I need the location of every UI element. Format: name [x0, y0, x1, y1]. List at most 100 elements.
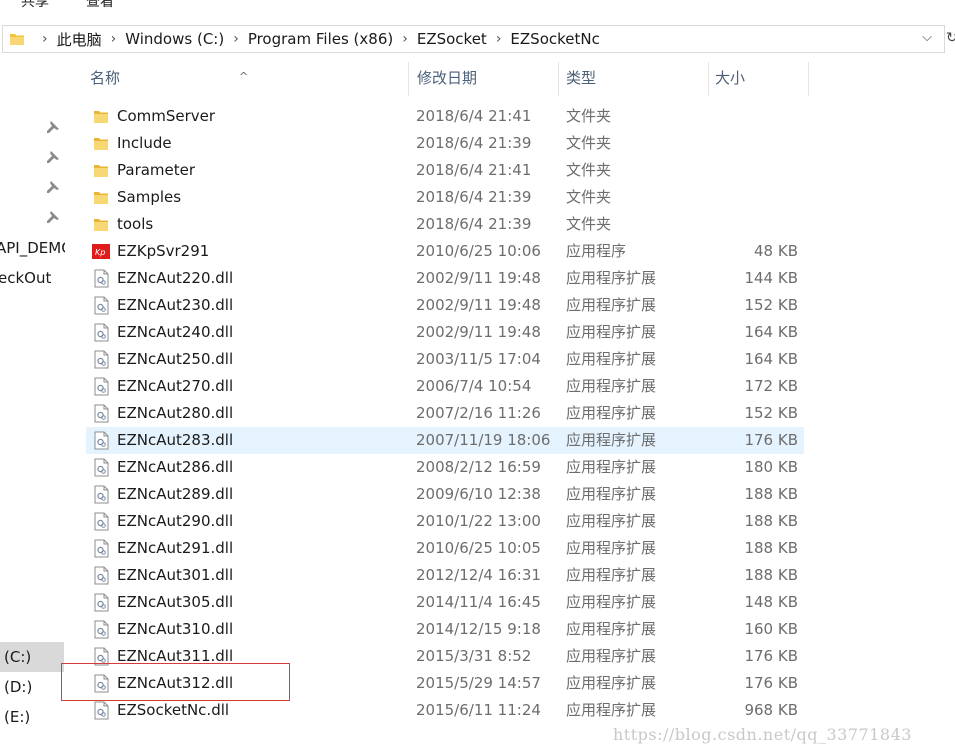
file-type: 应用程序扩展 — [566, 566, 657, 584]
file-row[interactable]: EZNcAut310.dll 2014/12/15 9:18 应用程序扩展 160 K… — [86, 616, 804, 643]
file-name: EZNcAut270.dll — [117, 377, 234, 395]
file-name: EZNcAut305.dll — [117, 593, 234, 611]
chevron-right-icon[interactable]: › — [233, 31, 239, 47]
file-size: 176 KB — [744, 674, 798, 692]
dll-icon — [92, 296, 110, 315]
file-size: 968 KB — [744, 701, 798, 719]
file-type: 应用程序扩展 — [566, 269, 657, 287]
file-size: 148 KB — [744, 593, 798, 611]
file-list: CommServer 2018/6/4 21:41 文件夹 Include 2018/6… — [61, 103, 806, 724]
address-box[interactable]: › 此电脑 › Windows (C:) › Program Files (x86) › EZ… — [2, 25, 945, 53]
file-row[interactable]: Include 2018/6/4 21:39 文件夹 — [86, 130, 804, 157]
file-type: 应用程序扩展 — [566, 431, 657, 449]
file-date: 2006/7/4 10:54 — [416, 377, 532, 395]
file-size: 48 KB — [754, 242, 798, 260]
file-row[interactable]: EZNcAut290.dll 2010/1/22 13:00 应用程序扩展 188 K… — [86, 508, 804, 535]
file-row[interactable]: EZNcAut289.dll 2009/6/10 12:38 应用程序扩展 188 K… — [86, 481, 804, 508]
dll-icon — [92, 323, 110, 342]
nav-item-checkout[interactable]: eckOut — [0, 269, 51, 287]
file-date: 2002/9/11 19:48 — [416, 269, 541, 287]
chevron-right-icon[interactable]: › — [42, 31, 48, 47]
file-date: 2002/9/11 19:48 — [416, 296, 541, 314]
dll-icon — [92, 701, 110, 720]
column-header-type-label: 类型 — [566, 69, 597, 87]
folder-icon — [92, 188, 110, 207]
breadcrumb-item[interactable]: EZSocket — [417, 30, 487, 48]
file-row[interactable]: Samples 2018/6/4 21:39 文件夹 — [86, 184, 804, 211]
file-row[interactable]: Kp EZKpSvr291 2010/6/25 10:06 应用程序 48 KB — [86, 238, 804, 265]
breadcrumb-item[interactable]: 此电脑 — [57, 29, 102, 50]
nav-drive-d[interactable]: (D:) — [0, 672, 64, 702]
file-row[interactable]: EZNcAut250.dll 2003/11/5 17:04 应用程序扩展 164 K… — [86, 346, 804, 373]
file-type: 应用程序扩展 — [566, 512, 657, 530]
file-row[interactable]: EZNcAut283.dll 2007/11/19 18:06 应用程序扩展 176 … — [86, 427, 804, 454]
column-divider[interactable] — [808, 62, 809, 96]
column-header-date[interactable]: 修改日期 — [409, 60, 559, 98]
column-header-name[interactable]: ^ 名称 — [66, 60, 409, 98]
file-size: 188 KB — [744, 485, 798, 503]
ribbon-tab-share[interactable]: 共享 — [21, 0, 49, 11]
file-type: 文件夹 — [566, 188, 612, 206]
column-header-size[interactable]: 大小 — [709, 60, 809, 98]
pin-icon[interactable] — [46, 120, 60, 134]
chevron-right-icon[interactable]: › — [496, 31, 502, 47]
breadcrumb: › 此电脑 › Windows (C:) › Program Files (x86) › EZ… — [33, 26, 600, 52]
file-row[interactable]: EZSocketNc.dll 2015/6/11 11:24 应用程序扩展 968 K… — [86, 697, 804, 724]
file-size: 160 KB — [744, 620, 798, 638]
file-row[interactable]: EZNcAut312.dll 2015/5/29 14:57 应用程序扩展 176 K… — [61, 663, 804, 701]
chevron-right-icon[interactable]: › — [111, 31, 117, 47]
file-row[interactable]: EZNcAut220.dll 2002/9/11 19:48 应用程序扩展 144 K… — [86, 265, 804, 292]
file-row[interactable]: tools 2018/6/4 21:39 文件夹 — [86, 211, 804, 238]
nav-drive-c[interactable]: (C:) — [0, 642, 64, 672]
file-name: EZSocketNc.dll — [117, 701, 230, 719]
pin-icon[interactable] — [46, 210, 60, 224]
file-row[interactable]: Parameter 2018/6/4 21:41 文件夹 — [86, 157, 804, 184]
dll-icon — [92, 458, 110, 477]
file-row[interactable]: EZNcAut286.dll 2008/2/12 16:59 应用程序扩展 180 K… — [86, 454, 804, 481]
file-name: Include — [117, 134, 172, 152]
file-date: 2007/11/19 18:06 — [416, 431, 551, 449]
pin-icon[interactable] — [46, 150, 60, 164]
chevron-right-icon[interactable]: › — [402, 31, 408, 47]
ribbon-tab-view[interactable]: 查看 — [86, 0, 114, 11]
breadcrumb-item[interactable]: Program Files (x86) — [248, 30, 393, 48]
chevron-down-icon[interactable]: ⌵ — [922, 30, 932, 45]
file-type: 应用程序 — [566, 242, 627, 260]
file-date: 2018/6/4 21:39 — [416, 134, 532, 152]
file-size: 164 KB — [744, 350, 798, 368]
pin-icon[interactable] — [46, 180, 60, 194]
file-type: 应用程序扩展 — [566, 539, 657, 557]
file-size: 176 KB — [744, 647, 798, 665]
dll-icon — [92, 350, 110, 369]
file-name: EZNcAut312.dll — [117, 674, 234, 692]
nav-item-api-demo[interactable]: API_DEMO — [0, 239, 65, 257]
file-row[interactable]: EZNcAut280.dll 2007/2/16 11:26 应用程序扩展 152 K… — [86, 400, 804, 427]
nav-drive-e[interactable]: (E:) — [0, 702, 64, 732]
file-row[interactable]: EZNcAut305.dll 2014/11/4 16:45 应用程序扩展 148 K… — [86, 589, 804, 616]
file-size: 188 KB — [744, 512, 798, 530]
svg-text:Kp: Kp — [95, 248, 105, 257]
file-row[interactable]: CommServer 2018/6/4 21:41 文件夹 — [86, 103, 804, 130]
file-date: 2002/9/11 19:48 — [416, 323, 541, 341]
file-row[interactable]: EZNcAut240.dll 2002/9/11 19:48 应用程序扩展 164 K… — [86, 319, 804, 346]
file-type: 应用程序扩展 — [566, 296, 657, 314]
file-row[interactable]: EZNcAut301.dll 2012/12/4 16:31 应用程序扩展 188 K… — [86, 562, 804, 589]
navigation-pane: API_DEMO eckOut (C:) (D:) (E:) — [0, 54, 65, 756]
breadcrumb-item[interactable]: EZSocketNc — [510, 30, 599, 48]
column-header-type[interactable]: 类型 — [559, 60, 709, 98]
breadcrumb-item[interactable]: Windows (C:) — [125, 30, 224, 48]
file-row[interactable]: EZNcAut270.dll 2006/7/4 10:54 应用程序扩展 172 KB — [86, 373, 804, 400]
file-size: 144 KB — [744, 269, 798, 287]
file-row[interactable]: EZNcAut230.dll 2002/9/11 19:48 应用程序扩展 152 K… — [86, 292, 804, 319]
file-row[interactable]: EZNcAut291.dll 2010/6/25 10:05 应用程序扩展 188 K… — [86, 535, 804, 562]
refresh-icon[interactable]: ↻ — [946, 30, 955, 46]
file-date: 2018/6/4 21:39 — [416, 188, 532, 206]
dll-icon — [92, 485, 110, 504]
file-row[interactable]: EZNcAut311.dll 2015/3/31 8:52 应用程序扩展 176 KB — [86, 643, 804, 670]
dll-icon — [92, 377, 110, 396]
exe-icon: Kp — [92, 242, 110, 261]
file-name: EZNcAut301.dll — [117, 566, 234, 584]
file-name: EZNcAut240.dll — [117, 323, 234, 341]
file-size: 188 KB — [744, 566, 798, 584]
file-name: EZNcAut310.dll — [117, 620, 234, 638]
